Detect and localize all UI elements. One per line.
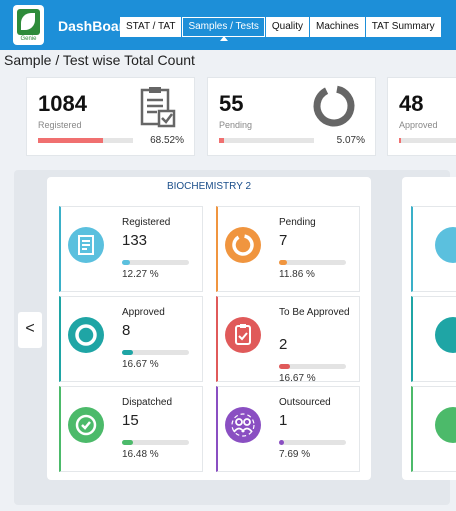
card-progress [122,440,189,445]
summary-progress [399,138,456,143]
summary-value: 48 [399,91,424,116]
summary-progress [38,138,133,143]
clipboard-check-icon [225,317,261,353]
clipboard-icon [68,227,104,263]
tab-samples-tests[interactable]: Samples / Tests [182,17,265,41]
card-progress [279,364,346,369]
card-value: 133 [122,232,148,249]
ring-icon [225,227,261,263]
ring-icon [435,317,456,353]
card-pending[interactable]: Pending 7 11.86 % [216,206,360,292]
summary-percent: 68.52% [150,135,184,146]
card-dispatched[interactable] [411,386,456,472]
department-panel-next [402,177,456,480]
ring-icon [313,85,355,127]
card-approved[interactable]: Approved 8 16.67 % [59,296,203,382]
summary-card-pending: 55 Pending 5.07% [207,77,376,156]
summary-label: Pending [219,120,253,130]
summary-value: 1084 [38,91,87,116]
tab-tat-summary[interactable]: TAT Summary [365,17,441,37]
card-percent: 11.86 % [279,269,315,280]
page-title: Sample / Test wise Total Count [4,52,195,68]
department-panel: BIOCHEMISTRY 2 Registered 133 12.27 % Pe… [47,177,371,480]
card-outsourced[interactable]: Outsourced 1 7.69 % [216,386,360,472]
card-value: 15 [122,412,139,429]
ring-icon [68,317,104,353]
clipboard-icon [435,227,456,263]
card-percent: 12.27 % [122,269,159,280]
summary-label: Registered [38,120,82,130]
card-value: 8 [122,322,131,339]
app-logo[interactable]: Genie [13,5,44,45]
summary-label: Approved [399,120,438,130]
card-registered[interactable]: Registered 133 12.27 % [59,206,203,292]
summary-card-approved: 48 Approved [387,77,456,156]
check-circle-icon [68,407,104,443]
summary-value: 55 [219,91,244,116]
card-label: To Be Approved [279,307,350,318]
tab-quality[interactable]: Quality [265,17,309,37]
card-percent: 16.67 % [122,359,159,370]
card-percent: 7.69 % [279,449,311,460]
card-progress [122,350,189,355]
card-value: 2 [279,336,288,353]
card-progress [122,260,189,265]
card-label: Outsourced [279,397,331,408]
card-approved[interactable] [411,296,456,382]
summary-progress [219,138,314,143]
department-name: BIOCHEMISTRY 2 [166,181,252,192]
carousel-prev-button[interactable]: < [18,312,42,348]
card-progress [279,440,346,445]
card-dispatched[interactable]: Dispatched 15 16.48 % [59,386,203,472]
summary-percent: 5.07% [336,135,365,146]
users-icon [225,407,261,443]
card-label: Approved [122,307,165,318]
summary-card-registered: 1084 Registered 68.52% [26,77,195,156]
card-registered[interactable] [411,206,456,292]
card-label: Registered [122,217,171,228]
card-value: 1 [279,412,288,429]
card-label: Dispatched [122,397,173,408]
tab-machines[interactable]: Machines [309,17,365,37]
tab-stat-tat[interactable]: STAT / TAT [120,17,182,37]
clipboard-check-icon [140,87,176,128]
card-to-be-approved[interactable]: To Be Approved 2 16.67 % [216,296,360,384]
card-label: Pending [279,217,316,228]
check-circle-icon [435,407,456,443]
top-navbar: Genie DashBoard STAT / TAT Samples / Tes… [0,0,456,50]
card-progress [279,260,346,265]
nav-tabs: STAT / TAT Samples / Tests Quality Machi… [120,17,442,41]
card-percent: 16.67 % [279,373,316,384]
card-percent: 16.48 % [122,449,159,460]
logo-text: Genie [20,36,37,42]
card-value: 7 [279,232,288,249]
